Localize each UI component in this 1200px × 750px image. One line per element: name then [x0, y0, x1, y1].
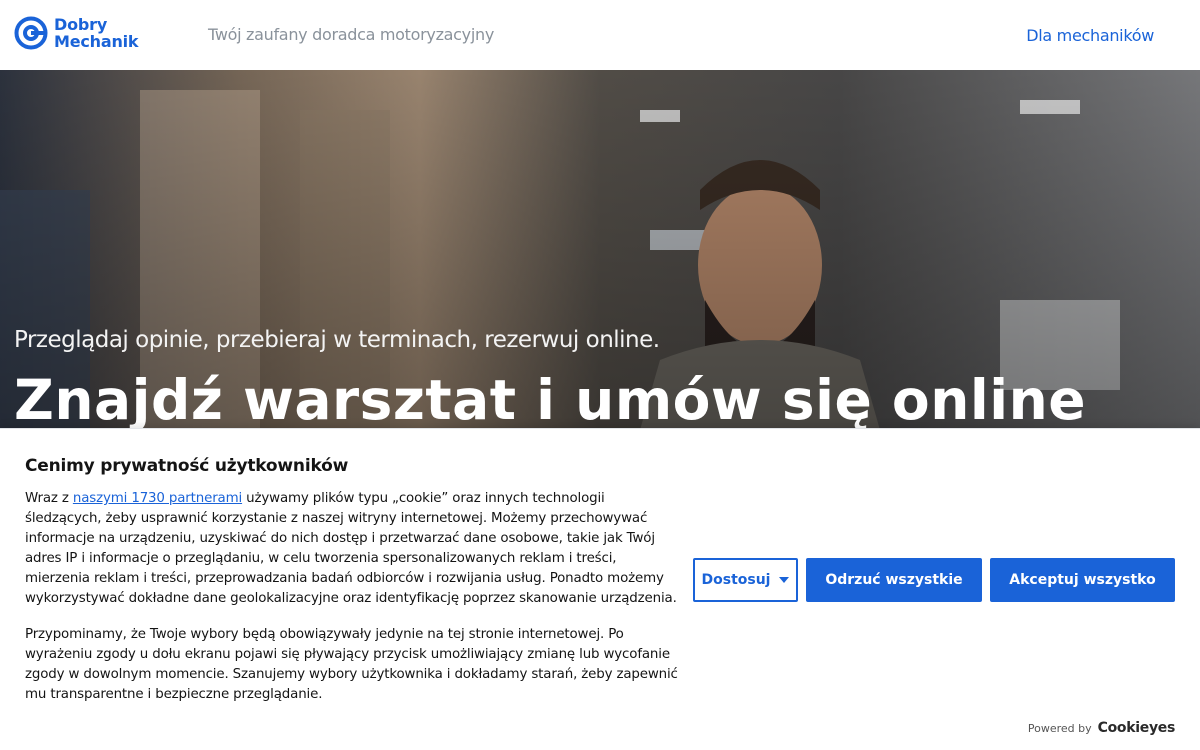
cookie-title: Cenimy prywatność użytkowników — [25, 456, 349, 476]
powered-by-label: Powered by — [1027, 721, 1092, 735]
powered-by[interactable]: Powered by Cookieyes — [1028, 720, 1175, 736]
chevron-down-icon — [779, 577, 790, 583]
cookie-text-after-link: używamy plików typu „cookie” oraz innych… — [25, 491, 677, 606]
logo[interactable]: Dobry Mechanik — [14, 15, 139, 51]
logo-icon — [14, 16, 48, 50]
partners-link[interactable]: naszymi 1730 partnerami — [73, 491, 242, 506]
hero-section: Przeglądaj opinie, przebieraj w terminac… — [0, 70, 1200, 430]
customize-button[interactable]: Dostosuj — [693, 558, 798, 602]
cookie-text-before-link: Wraz z — [25, 491, 73, 506]
cookie-consent-banner: Cenimy prywatność użytkowników Wraz z na… — [0, 428, 1200, 750]
hero-subtitle: Przeglądaj opinie, przebieraj w terminac… — [14, 327, 660, 353]
cookie-description: Wraz z naszymi 1730 partnerami używamy p… — [25, 489, 685, 609]
cookieyes-logo: Cookieyes — [1097, 720, 1176, 736]
accept-all-button[interactable]: Akceptuj wszystko — [990, 558, 1175, 602]
reject-all-button[interactable]: Odrzuć wszystkie — [806, 558, 982, 602]
cookie-reminder-text: Przypominamy, że Twoje wybory będą obowi… — [25, 627, 678, 702]
site-header: Dobry Mechanik Twój zaufany doradca moto… — [0, 0, 1200, 70]
customize-button-label: Dostosuj — [701, 572, 771, 588]
logo-line-1: Dobry — [54, 15, 108, 34]
logo-line-2: Mechanik — [54, 32, 139, 51]
logo-text: Dobry Mechanik — [54, 15, 139, 51]
hero-title: Znajdź warsztat i umów się online — [14, 368, 1087, 430]
tagline: Twój zaufany doradca motoryzacyjny — [208, 25, 494, 44]
for-mechanics-link[interactable]: Dla mechaników — [1026, 26, 1154, 45]
